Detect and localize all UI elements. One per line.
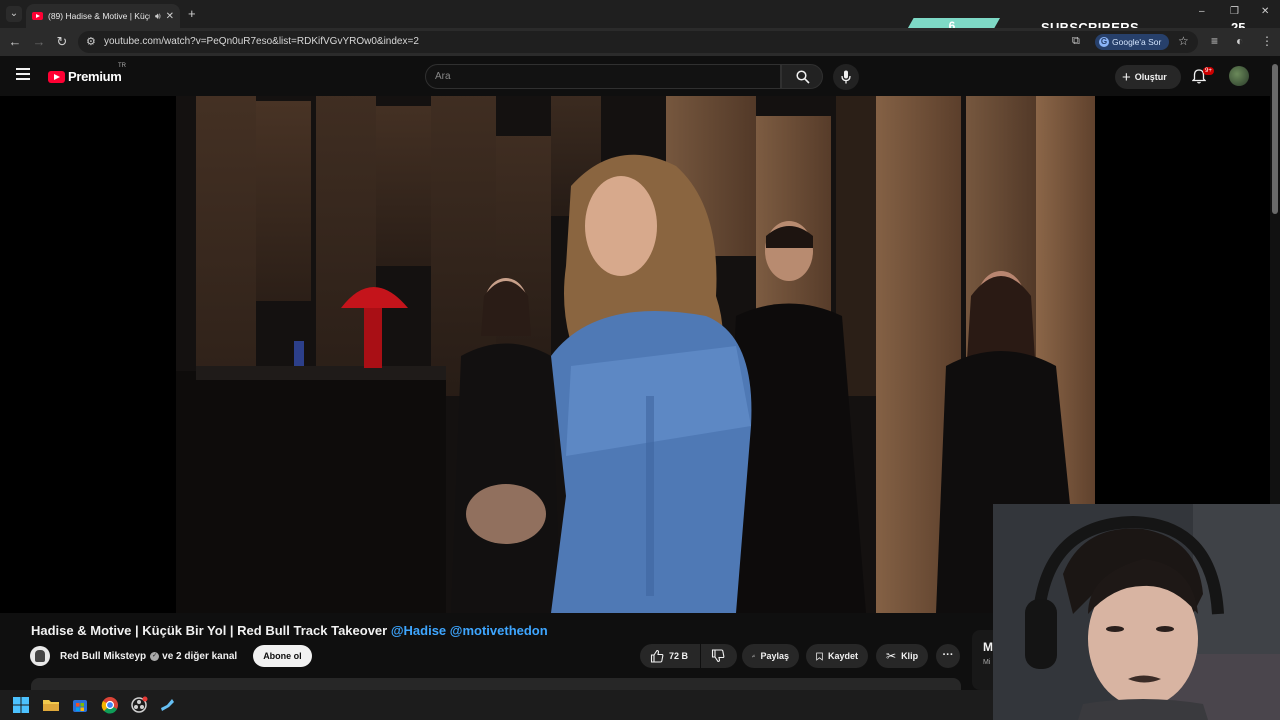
like-thumb-icon — [650, 649, 664, 663]
dislike-button[interactable] — [701, 644, 737, 668]
create-label: Oluştur — [1134, 72, 1167, 82]
share-arrow-icon — [752, 654, 756, 658]
plus-icon: + — [1122, 68, 1131, 86]
bookmark-star-icon[interactable]: ☆ — [1178, 34, 1189, 48]
share-label: Paylaş — [760, 651, 789, 661]
forward-icon[interactable]: → — [31, 34, 47, 49]
description-box[interactable] — [31, 678, 961, 690]
minimize-icon[interactable]: – — [1199, 6, 1205, 17]
related-initial: M — [983, 640, 993, 654]
browser-toolbar: ← → ↻ ⚙︎ youtube.com/watch?v=PeQn0uR7eso… — [0, 28, 1280, 56]
clip-button[interactable]: ✂︎ Klip — [876, 644, 928, 668]
save-button[interactable]: Kaydet — [806, 644, 868, 668]
install-app-icon[interactable]: ⧉ — [1072, 35, 1080, 48]
channel-avatar[interactable] — [30, 646, 50, 666]
tab-title: (89) Hadise & Motive | Küçük — [48, 11, 150, 21]
subscribe-button[interactable]: Abone ol — [253, 645, 312, 667]
like-count: 72 B — [669, 651, 689, 661]
windows-start-icon[interactable] — [11, 695, 31, 715]
window-close-icon[interactable]: ✕ — [1261, 6, 1269, 17]
search-icon — [796, 70, 810, 84]
logo-text: Premium — [68, 69, 122, 84]
like-button[interactable]: 72 B — [640, 644, 700, 668]
channel-collab-text[interactable]: ve 2 diğer kanal — [162, 651, 237, 662]
logo-country-code: TR — [118, 63, 126, 69]
related-sub: Mi — [983, 659, 991, 666]
youtube-favicon-icon — [32, 12, 43, 20]
steam-icon[interactable] — [158, 695, 178, 715]
tab-search-dropdown-icon[interactable]: ⌄ — [6, 6, 22, 22]
more-actions-icon[interactable]: ··· — [936, 644, 960, 668]
webcam-overlay — [993, 504, 1280, 720]
new-tab-icon[interactable]: + — [188, 6, 196, 21]
tab-close-icon[interactable]: ✕ — [166, 11, 174, 22]
youtube-premium-logo[interactable]: Premium TR — [48, 63, 126, 84]
video-scene-image — [176, 96, 1095, 613]
channel-row: Red Bull Miksteyp ✓ ve 2 diğer kanal Abo… — [30, 644, 312, 668]
video-frame[interactable] — [176, 96, 1095, 613]
browser-tab-active[interactable]: (89) Hadise & Motive | Küçük 🔊︎ ✕ — [26, 4, 180, 28]
google-icon: G — [1099, 37, 1109, 47]
microphone-icon — [841, 70, 851, 84]
youtube-header: Premium TR + Oluştur 9+ — [0, 56, 1270, 96]
youtube-play-logo-icon — [48, 70, 65, 83]
video-title: Hadise & Motive | Küçük Bir Yol | Red Bu… — [31, 623, 548, 638]
restore-icon[interactable]: ❐ — [1230, 6, 1239, 17]
search-button[interactable] — [781, 64, 823, 89]
file-explorer-icon[interactable] — [41, 695, 61, 715]
guide-menu-icon[interactable] — [16, 68, 30, 80]
google-sor-label: Google'a Sor — [1112, 37, 1162, 47]
account-avatar[interactable] — [1229, 66, 1249, 86]
dislike-thumb-icon — [711, 649, 725, 663]
media-controls-icon[interactable]: ≡ — [1211, 34, 1218, 48]
search-input[interactable] — [435, 71, 755, 82]
obs-app-icon[interactable] — [129, 695, 149, 715]
scissors-icon: ✂︎ — [886, 649, 897, 663]
notification-badge: 9+ — [1203, 67, 1214, 75]
scrollbar-thumb[interactable] — [1272, 64, 1278, 214]
site-info-icon[interactable]: ⚙︎ — [86, 35, 96, 48]
address-bar[interactable]: ⚙︎ youtube.com/watch?v=PeQn0uR7eso&list=… — [78, 31, 1198, 53]
tab-audio-icon[interactable]: 🔊︎ — [155, 11, 161, 22]
video-title-text: Hadise & Motive | Küçük Bir Yol | Red Bu… — [31, 623, 388, 638]
microsoft-store-icon[interactable] — [70, 695, 90, 715]
reload-icon[interactable]: ↻ — [54, 34, 70, 50]
chrome-icon[interactable] — [100, 695, 120, 715]
back-icon[interactable]: ← — [7, 34, 23, 49]
save-label: Kaydet — [827, 651, 858, 661]
webcam-person-image — [993, 504, 1280, 720]
windows-taskbar — [0, 690, 993, 720]
save-bookmark-icon — [816, 652, 823, 661]
channel-name[interactable]: Red Bull Miksteyp — [60, 651, 146, 662]
mention-motive-link[interactable]: @motivethedon — [450, 623, 548, 638]
create-button[interactable]: + Oluştur — [1115, 65, 1181, 89]
url-text[interactable]: youtube.com/watch?v=PeQn0uR7eso&list=RDK… — [104, 36, 419, 47]
google-lens-ask-button[interactable]: G Google'a Sor — [1095, 34, 1169, 50]
search-box — [425, 64, 781, 89]
voice-search-button[interactable] — [833, 64, 859, 90]
verified-check-icon: ✓ — [150, 651, 160, 661]
mention-hadise-link[interactable]: @Hadise — [391, 623, 446, 638]
chrome-menu-icon[interactable]: ⋮ — [1261, 34, 1273, 48]
share-button[interactable]: Paylaş — [742, 644, 799, 668]
profile-icon[interactable]: ◐ — [1236, 34, 1243, 48]
clip-label: Klip — [901, 651, 919, 661]
